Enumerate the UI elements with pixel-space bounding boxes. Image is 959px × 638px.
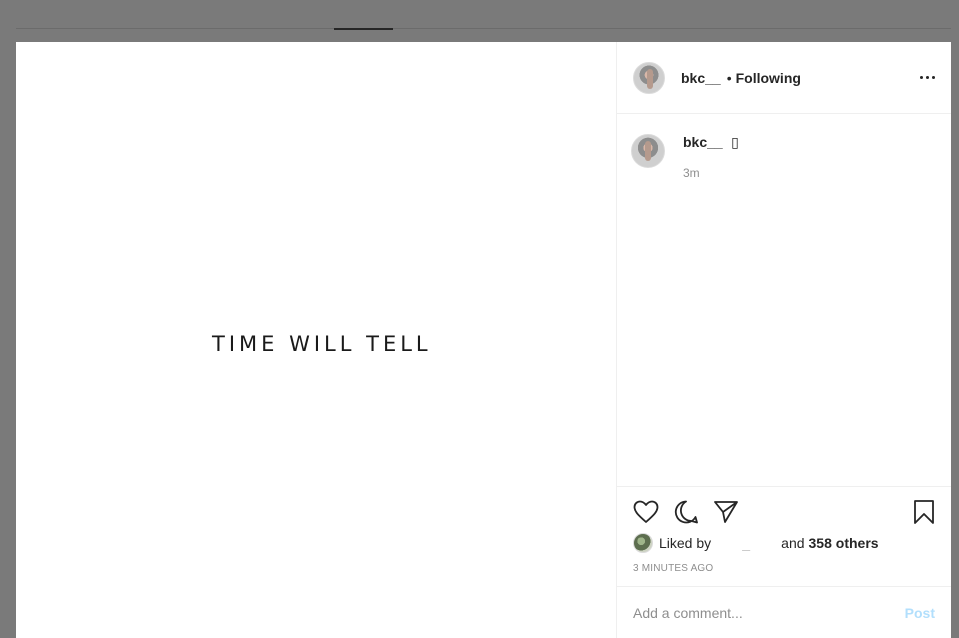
likes-summary: Liked by _ and 358 others [633, 533, 935, 553]
bookmark-icon[interactable] [909, 497, 935, 527]
caption-text: ▯ [731, 134, 739, 150]
backdrop-divider [16, 28, 951, 29]
share-icon[interactable] [713, 497, 753, 527]
more-options-icon[interactable] [920, 72, 935, 83]
follow-status-button[interactable]: Following [736, 70, 801, 86]
caption-time[interactable]: 3m [683, 166, 739, 180]
backdrop-active-tab [334, 28, 393, 30]
caption-avatar[interactable] [631, 134, 665, 168]
author-username[interactable]: bkc__ [681, 70, 721, 86]
caption: bkc__ ▯ 3m [631, 134, 739, 180]
post-comment-button[interactable]: Post [905, 605, 935, 621]
likes-and-label: and [781, 535, 805, 551]
heart-icon[interactable] [633, 497, 673, 527]
liker-avatar[interactable] [633, 533, 653, 553]
caption-username[interactable]: bkc__ [683, 134, 723, 150]
comment-bar: Post [617, 586, 951, 638]
post-timestamp[interactable]: 3 MINUTES AGO [633, 563, 935, 574]
author-avatar[interactable] [633, 61, 665, 94]
post-image[interactable]: TIME WILL TELL [16, 42, 616, 638]
action-row [633, 497, 935, 527]
liker-username[interactable]: _ [711, 535, 781, 551]
header-separator: • [726, 69, 732, 86]
comment-icon[interactable] [673, 497, 713, 527]
likes-count-link[interactable]: 358 others [809, 535, 879, 551]
post-actions: Liked by _ and 358 others 3 MINUTES AGO [617, 486, 951, 586]
post-sidebar: bkc__ • Following bkc__ ▯ 3m Liked by _ … [616, 42, 951, 638]
post-modal: TIME WILL TELL bkc__ • Following bkc__ ▯… [16, 42, 951, 638]
comment-input[interactable] [633, 604, 905, 621]
post-header: bkc__ • Following [617, 42, 951, 114]
post-image-text: TIME WILL TELL [212, 332, 432, 356]
caption-body: bkc__ ▯ 3m [683, 134, 739, 180]
liked-by-label: Liked by [659, 535, 712, 551]
